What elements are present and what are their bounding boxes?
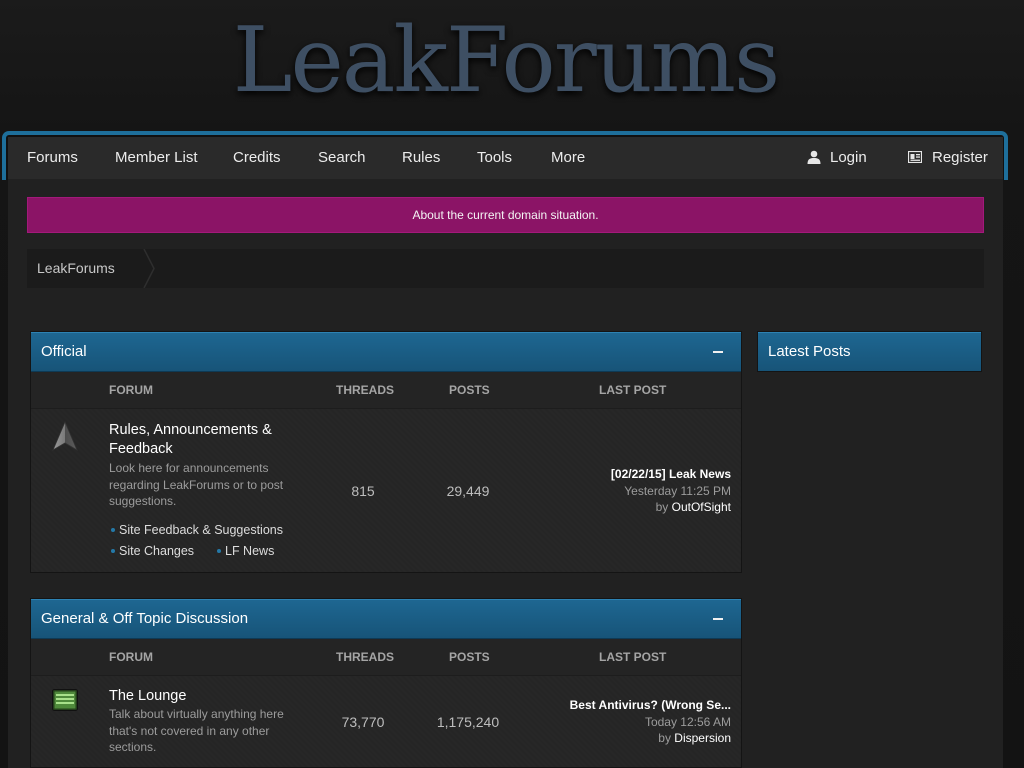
category-header[interactable]: Official xyxy=(31,332,741,372)
sidebar-title: Latest Posts xyxy=(768,343,851,360)
login-link[interactable]: Login xyxy=(830,137,867,179)
subforum-bullet-icon xyxy=(111,528,115,532)
column-threads: THREADS xyxy=(336,383,395,397)
user-icon[interactable] xyxy=(807,150,821,164)
sidebar-latest-posts: Latest Posts xyxy=(757,331,982,372)
nav-tools[interactable]: Tools xyxy=(477,137,512,179)
collapse-icon[interactable] xyxy=(713,618,723,620)
arrow-icon xyxy=(52,421,78,451)
nav-rules[interactable]: Rules xyxy=(402,137,440,179)
category-general: General & Off Topic Discussion FORUM THR… xyxy=(30,598,742,768)
forum-title[interactable]: Rules, Announcements & Feedback xyxy=(109,421,284,459)
category-title[interactable]: General & Off Topic Discussion xyxy=(41,599,248,639)
last-post-time: Yesterday 11:25 PM xyxy=(624,483,731,498)
last-post-by: by xyxy=(658,731,671,745)
subforum-bullet-icon xyxy=(111,549,115,553)
last-post-user[interactable]: Dispersion xyxy=(674,731,731,745)
subforum-site-changes[interactable]: Site Changes xyxy=(119,543,194,559)
last-post-by: by xyxy=(655,500,669,514)
subforum-lf-news[interactable]: LF News xyxy=(225,543,274,559)
site-logo[interactable]: LeakForums xyxy=(0,15,1011,107)
notice-banner[interactable]: About the current domain situation. xyxy=(27,197,984,233)
breadcrumb-home[interactable]: LeakForums xyxy=(37,249,115,288)
column-headers: FORUM THREADS POSTS LAST POST xyxy=(31,372,741,409)
last-post-title[interactable]: Best Antivirus? (Wrong Se... xyxy=(491,697,731,714)
nav-forums[interactable]: Forums xyxy=(27,137,78,179)
column-posts: POSTS xyxy=(449,383,490,397)
category-title[interactable]: Official xyxy=(41,332,87,372)
last-post: [02/22/15] Leak News Yesterday 11:25 PM … xyxy=(491,466,731,516)
thread-count: 815 xyxy=(351,483,375,499)
breadcrumb: LeakForums xyxy=(27,249,984,288)
last-post: Best Antivirus? (Wrong Se... Today 12:56… xyxy=(491,697,731,747)
forum-description: Look here for announcements regarding Le… xyxy=(109,461,284,508)
category-header[interactable]: General & Off Topic Discussion xyxy=(31,599,741,639)
nav-search[interactable]: Search xyxy=(318,137,366,179)
collapse-icon[interactable] xyxy=(713,351,723,353)
column-last-post: LAST POST xyxy=(599,650,667,664)
page: LeakForums Forums Member List Credits Se… xyxy=(0,0,1024,768)
last-post-user[interactable]: OutOfSight xyxy=(672,500,731,514)
monitor-icon xyxy=(52,689,78,711)
column-posts: POSTS xyxy=(449,650,490,664)
last-post-title[interactable]: [02/22/15] Leak News xyxy=(491,466,731,483)
thread-count: 73,770 xyxy=(341,714,385,730)
subforum-bullet-icon xyxy=(217,549,221,553)
breadcrumb-chevron-icon xyxy=(143,249,155,288)
column-last-post: LAST POST xyxy=(599,383,667,397)
forum-title[interactable]: The Lounge xyxy=(109,687,284,706)
nav-credits[interactable]: Credits xyxy=(233,137,281,179)
nav-member-list[interactable]: Member List xyxy=(115,137,198,179)
register-link[interactable]: Register xyxy=(932,137,988,179)
column-forum: FORUM xyxy=(109,650,153,664)
column-forum: FORUM xyxy=(109,383,153,397)
nav-more[interactable]: More xyxy=(551,137,585,179)
column-headers: FORUM THREADS POSTS LAST POST xyxy=(31,639,741,676)
forum-row: The Lounge Talk about virtually anything… xyxy=(31,676,741,767)
column-threads: THREADS xyxy=(336,650,395,664)
subforum-site-feedback[interactable]: Site Feedback & Suggestions xyxy=(119,522,283,538)
last-post-time: Today 12:56 AM xyxy=(644,714,731,729)
register-icon[interactable] xyxy=(908,151,922,163)
forum-row: Rules, Announcements & Feedback Look her… xyxy=(31,409,741,572)
category-official: Official FORUM THREADS POSTS LAST POST R… xyxy=(30,331,742,573)
forum-description: Talk about virtually anything here that'… xyxy=(109,707,284,754)
